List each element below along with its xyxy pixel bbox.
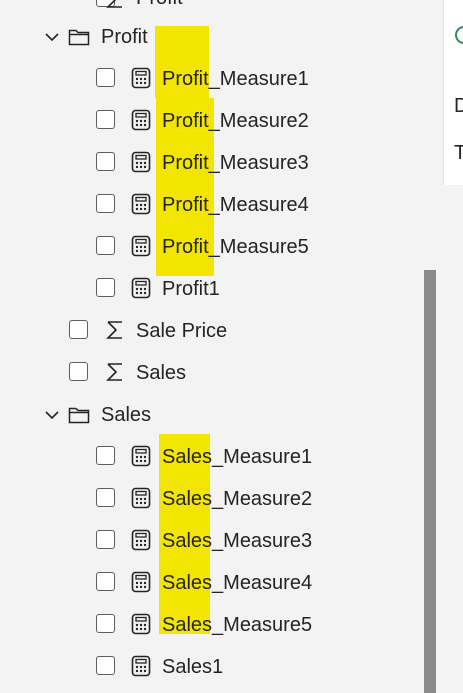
calculator-icon (131, 655, 151, 677)
calculator-icon (131, 193, 151, 215)
checkbox[interactable] (96, 110, 115, 129)
checkbox[interactable] (96, 278, 115, 297)
measure-label: Profit_Measure3 (162, 152, 309, 174)
sigma-icon (106, 321, 122, 339)
folder-icon (68, 29, 90, 46)
measure-label: Sales_Measure3 (162, 530, 313, 552)
right-pane-letter: D (454, 95, 463, 117)
measure-label: Profit1 (162, 278, 220, 300)
checkbox[interactable] (96, 152, 115, 171)
checkbox[interactable] (69, 362, 88, 381)
fields-pane: Profit Profit Profit_Measure1 Profit_Mea… (0, 0, 443, 693)
calculator-icon (131, 235, 151, 257)
measure-label: Sales_Measure2 (162, 488, 313, 510)
calculator-icon (131, 529, 151, 551)
checkbox[interactable] (96, 656, 115, 675)
measure-label: Profit_Measure1 (162, 68, 309, 90)
measure-label: Sales_Measure4 (162, 572, 313, 594)
checkbox[interactable] (96, 194, 115, 213)
field-label: Sales (136, 362, 187, 384)
measure-label: Profit_Measure2 (162, 110, 309, 132)
calculator-icon (131, 571, 151, 593)
chevron-down-icon[interactable] (44, 407, 60, 423)
right-pane-letter: T (454, 142, 463, 164)
calculator-icon (131, 109, 151, 131)
measure-label: Sales_Measure5 (162, 614, 313, 636)
calculator-icon (131, 487, 151, 509)
field-label: Profit (136, 0, 183, 10)
checkbox[interactable] (96, 488, 115, 507)
checkbox[interactable] (96, 68, 115, 87)
checkbox[interactable] (69, 320, 88, 339)
folder-label[interactable]: Profit (101, 25, 148, 49)
checkbox[interactable] (96, 530, 115, 549)
measure-label: Profit_Measure5 (162, 236, 309, 258)
calculator-icon (131, 67, 151, 89)
chevron-down-icon[interactable] (44, 29, 60, 45)
calculator-icon (131, 613, 151, 635)
field-label: Sale Price (136, 320, 228, 342)
sigma-icon (106, 363, 122, 381)
checkbox[interactable] (96, 572, 115, 591)
calculator-icon (131, 445, 151, 467)
folder-icon (68, 407, 90, 424)
measure-label: Sales_Measure1 (162, 446, 313, 468)
scrollbar[interactable] (424, 270, 436, 693)
calculator-icon (131, 277, 151, 299)
sigma-icon (106, 0, 122, 8)
measure-label: Profit_Measure4 (162, 194, 309, 216)
folder-label[interactable]: Sales (101, 403, 151, 427)
checkbox[interactable] (96, 236, 115, 255)
calculator-icon (131, 151, 151, 173)
checkbox[interactable] (96, 446, 115, 465)
measure-label: Sales1 (162, 656, 224, 678)
checkbox[interactable] (96, 614, 115, 633)
